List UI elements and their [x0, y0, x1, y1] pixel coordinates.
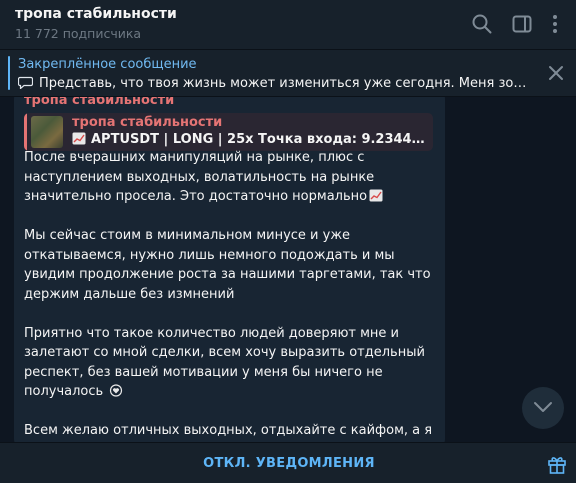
heart-icon	[109, 384, 123, 397]
chevron-down-icon	[534, 402, 552, 412]
reply-text-line: APTUSDT | LONG | 25x Точка входа: 9.2344…	[72, 132, 427, 147]
reply-preview[interactable]: тропа стабильности APTUSDT | LONG | 25x …	[24, 113, 433, 151]
pinned-indicator	[8, 56, 10, 90]
gift-icon[interactable]	[546, 453, 568, 475]
reply-indicator	[24, 113, 27, 151]
paragraph: Мы сейчас стоим в минимальном минусе и у…	[24, 228, 431, 302]
chart-up-icon	[72, 132, 86, 145]
reply-thumbnail	[31, 116, 63, 148]
pinned-title: Закреплённое сообщение	[18, 57, 197, 72]
pinned-preview: Представь, что твоя жизнь может изменить…	[18, 76, 528, 91]
chart-up-icon	[369, 189, 383, 202]
message-text: После вчерашних манипуляций на рынке, пл…	[24, 148, 436, 442]
pinned-message-bar[interactable]: Закреплённое сообщение Представь, что тв…	[0, 50, 576, 97]
reply-text: APTUSDT | LONG | 25x Точка входа: 9.2344…	[91, 132, 427, 147]
pinned-text: Представь, что твоя жизнь может изменить…	[39, 76, 528, 91]
paragraph: Всем желаю отличных выходных, отдыхайте …	[24, 423, 433, 438]
speech-bubble-icon	[18, 76, 34, 90]
message-bubble[interactable]: тропа стабильности тропа стабильности AP…	[14, 97, 445, 442]
search-icon[interactable]	[471, 13, 493, 35]
close-icon[interactable]	[548, 65, 564, 81]
subscriber-count: 11 772 подписчика	[15, 26, 142, 41]
channel-title[interactable]: тропа стабильности	[15, 6, 177, 22]
message-sender[interactable]: тропа стабильности	[24, 97, 174, 108]
paragraph: После вчерашних манипуляций на рынке, пл…	[24, 148, 436, 207]
reply-sender: тропа стабильности	[72, 115, 223, 130]
mute-notifications-button[interactable]: ОТКЛ. УВЕДОМЛЕНИЯ	[160, 443, 418, 483]
chat-header: тропа стабильности 11 772 подписчика	[0, 0, 576, 50]
more-vertical-icon[interactable]	[544, 13, 566, 35]
message-list[interactable]: тропа стабильности тропа стабильности AP…	[0, 97, 576, 442]
scroll-down-button[interactable]	[522, 387, 564, 429]
footer-bar: ОТКЛ. УВЕДОМЛЕНИЯ	[0, 442, 576, 483]
paragraph: Приятно что такое количество людей довер…	[24, 325, 425, 400]
sidebar-toggle-icon[interactable]	[511, 13, 533, 35]
